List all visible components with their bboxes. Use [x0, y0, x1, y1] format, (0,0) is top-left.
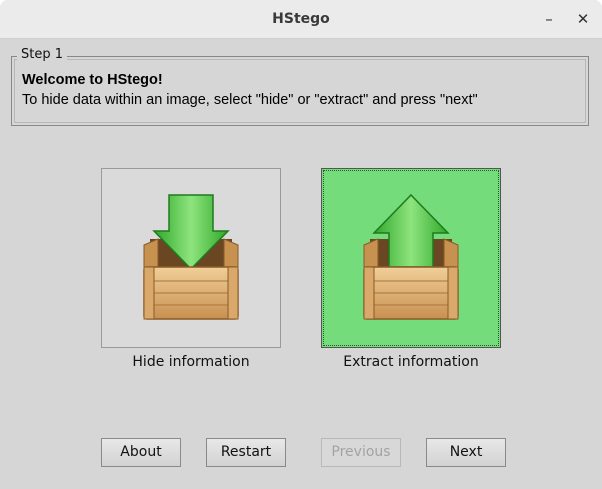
restart-button[interactable]: Restart — [206, 438, 286, 467]
box-up-arrow-icon — [363, 193, 459, 320]
extract-option-label: Extract information — [343, 354, 479, 370]
welcome-heading: Welcome to HStego! — [22, 72, 163, 88]
window-title: HStego — [272, 11, 330, 27]
instructions-text: To hide data within an image, select "hi… — [22, 92, 478, 108]
step-panel — [11, 56, 589, 126]
app-window: HStego – ✕ Step 1 Welcome to HStego! To … — [0, 0, 602, 489]
box-down-arrow-icon — [143, 194, 239, 320]
close-button[interactable]: ✕ — [572, 9, 594, 29]
hide-option-label: Hide information — [132, 354, 250, 370]
minimize-button[interactable]: – — [538, 9, 560, 29]
previous-button[interactable]: Previous — [321, 438, 401, 467]
step-legend: Step 1 — [17, 47, 68, 62]
about-button[interactable]: About — [101, 438, 181, 467]
hide-option-button[interactable] — [101, 168, 281, 348]
extract-option-button[interactable] — [321, 168, 501, 348]
next-button[interactable]: Next — [426, 438, 506, 467]
title-bar: HStego – ✕ — [0, 0, 602, 39]
